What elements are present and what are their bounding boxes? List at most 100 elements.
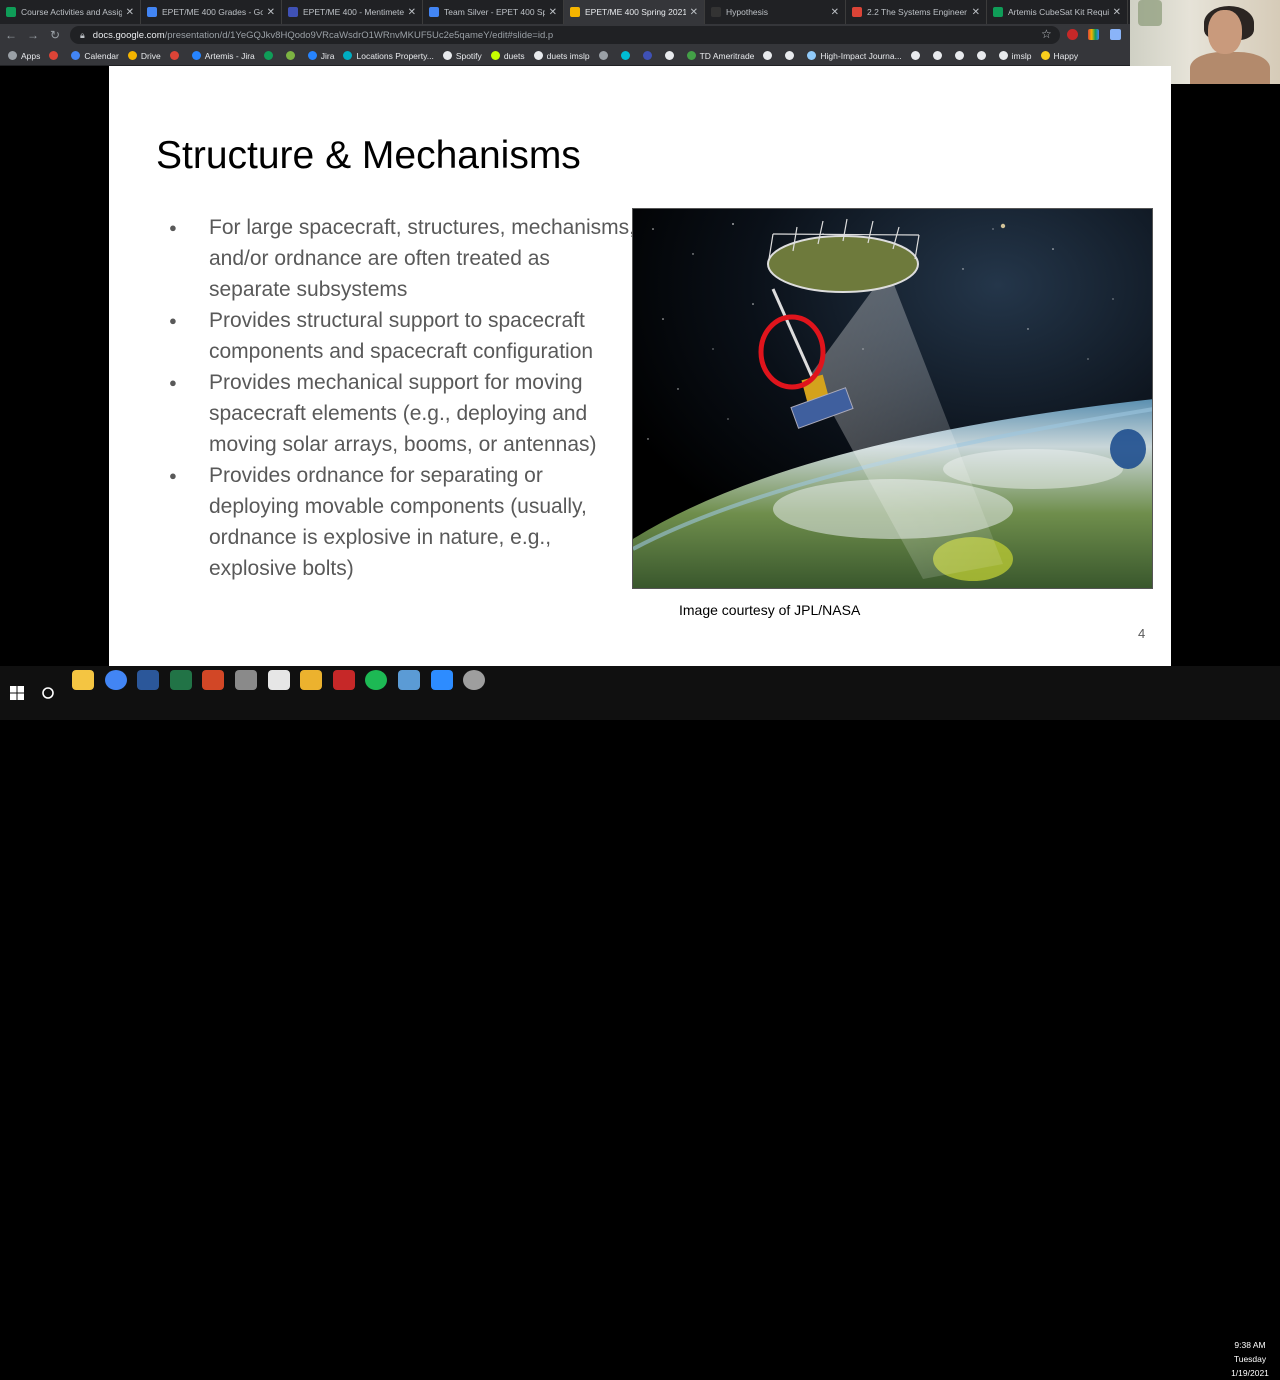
bookmark-icon bbox=[49, 51, 59, 60]
system-clock[interactable]: 9:38 AM Tuesday 1/19/2021 bbox=[1222, 1338, 1278, 1380]
bookmark-icon bbox=[343, 51, 353, 60]
extension-icon[interactable] bbox=[1110, 29, 1121, 40]
tab-close-icon[interactable]: ✕ bbox=[972, 7, 980, 18]
app-icon[interactable] bbox=[398, 670, 420, 690]
bookmark-icon bbox=[763, 51, 773, 60]
bookmark-item[interactable]: Apps bbox=[8, 51, 40, 61]
bookmark-icon bbox=[954, 51, 964, 60]
browser-tab[interactable]: Team Silver - EPET 400 Spr ✕ bbox=[423, 0, 564, 24]
bookmark-icon bbox=[998, 51, 1008, 60]
tab-title: EPET/ME 400 Grades - Goo bbox=[162, 7, 263, 17]
bookmark-item[interactable]: TD Ameritrade bbox=[686, 51, 754, 61]
tab-close-icon[interactable]: ✕ bbox=[1113, 7, 1121, 18]
bookmark-icon bbox=[807, 51, 817, 60]
tab-title: EPET/ME 400 Spring 2021 bbox=[585, 7, 686, 17]
tab-favicon-icon bbox=[993, 7, 1003, 17]
excel-icon[interactable] bbox=[169, 670, 192, 690]
bookmark-item[interactable]: duets bbox=[490, 51, 525, 61]
tab-close-icon[interactable]: ✕ bbox=[408, 7, 416, 18]
bookmark-icon bbox=[620, 51, 630, 60]
extension-icon[interactable] bbox=[1067, 29, 1078, 40]
extension-icon[interactable] bbox=[1088, 29, 1099, 40]
powerpoint-icon[interactable] bbox=[202, 670, 225, 690]
clock-day: Tuesday bbox=[1233, 1354, 1267, 1364]
bookmark-item[interactable] bbox=[664, 51, 678, 60]
bookmark-star-icon[interactable]: ☆ bbox=[1041, 27, 1052, 41]
bookmark-item[interactable] bbox=[598, 51, 612, 60]
browser-tab[interactable]: EPET/ME 400 Spring 2021 ✕ bbox=[564, 0, 705, 24]
bookmark-label: Locations Property... bbox=[356, 50, 434, 61]
bookmark-icon bbox=[490, 51, 500, 60]
address-bar[interactable]: 🔒︎ docs.google.com/presentation/d/1YeGQJ… bbox=[70, 26, 1060, 44]
bookmark-item[interactable] bbox=[169, 51, 183, 60]
tab-close-icon[interactable]: ✕ bbox=[690, 7, 698, 18]
tab-favicon-icon bbox=[147, 7, 157, 17]
chrome-icon[interactable] bbox=[463, 670, 486, 690]
tab-favicon-icon bbox=[711, 7, 721, 17]
bookmark-item[interactable]: Locations Property... bbox=[343, 50, 434, 61]
back-icon[interactable]: ← bbox=[0, 28, 22, 42]
reload-icon[interactable]: ↻ bbox=[44, 28, 66, 42]
bookmark-icon bbox=[285, 51, 295, 60]
forward-icon[interactable]: → bbox=[22, 28, 44, 42]
spotify-icon[interactable] bbox=[365, 670, 388, 690]
bookmark-item[interactable] bbox=[954, 51, 968, 60]
bookmark-item[interactable] bbox=[785, 51, 798, 60]
bullet-item: Provides mechanical support for moving s… bbox=[167, 367, 637, 460]
bookmark-icon bbox=[263, 51, 273, 60]
bookmark-item[interactable]: Calendar bbox=[71, 51, 119, 61]
bookmark-label: Jira bbox=[320, 50, 335, 61]
bookmark-label: duets imslp bbox=[546, 50, 590, 61]
slack-icon[interactable] bbox=[300, 670, 323, 690]
bookmark-item[interactable] bbox=[932, 51, 946, 60]
bookmark-item[interactable]: Artemis - Jira bbox=[191, 51, 255, 61]
bookmark-item[interactable] bbox=[263, 51, 277, 60]
windows-start-icon[interactable] bbox=[10, 686, 24, 700]
app-icon[interactable] bbox=[332, 670, 355, 690]
tab-close-icon[interactable]: ✕ bbox=[267, 7, 275, 18]
bookmark-item[interactable]: imslp bbox=[998, 50, 1032, 61]
browser-tab[interactable]: Hypothesis ✕ bbox=[705, 0, 846, 24]
browser-tab[interactable]: EPET/ME 400 - Mentimeter ✕ bbox=[282, 0, 423, 24]
zoom-icon[interactable] bbox=[430, 670, 453, 690]
tab-close-icon[interactable]: ✕ bbox=[549, 7, 557, 18]
bookmark-item[interactable] bbox=[285, 51, 299, 60]
bookmark-item[interactable] bbox=[49, 51, 62, 60]
bookmark-icon bbox=[71, 51, 81, 60]
clock-time: 9:38 AM bbox=[1234, 1340, 1266, 1350]
bookmark-item[interactable]: Spotify bbox=[442, 50, 482, 61]
bookmark-item[interactable] bbox=[620, 51, 634, 60]
bookmark-label: imslp bbox=[1011, 50, 1032, 61]
clock-date: 1/19/2021 bbox=[1231, 1368, 1269, 1378]
tab-strip: Course Activities and Assig ✕ EPET/ME 400 … bbox=[0, 0, 1130, 24]
address-host: docs.google.com bbox=[92, 29, 165, 41]
bookmark-item[interactable]: Drive bbox=[127, 51, 161, 61]
bookmark-label: Spotify bbox=[455, 50, 482, 61]
bookmark-item[interactable] bbox=[910, 51, 924, 60]
bookmark-item[interactable]: Happy bbox=[1040, 51, 1078, 61]
bookmark-item[interactable]: duets imslp bbox=[533, 50, 590, 61]
bookmark-icon bbox=[8, 51, 17, 60]
tab-close-icon[interactable]: ✕ bbox=[831, 7, 839, 18]
tab-close-icon[interactable]: ✕ bbox=[126, 7, 134, 18]
word-icon[interactable] bbox=[137, 670, 160, 690]
bookmark-item[interactable]: High-Impact Journa... bbox=[807, 51, 902, 61]
bookmark-item[interactable]: Jira bbox=[307, 50, 335, 61]
bookmark-item[interactable] bbox=[642, 51, 656, 60]
search-circle-icon[interactable] bbox=[41, 686, 55, 700]
bookmark-item[interactable] bbox=[976, 51, 990, 60]
bookmark-icon bbox=[598, 51, 608, 60]
bullet-item: Provides structural support to spacecraf… bbox=[167, 305, 637, 367]
browser-tab[interactable]: Course Activities and Assig ✕ bbox=[0, 0, 141, 24]
chrome-icon[interactable] bbox=[104, 670, 127, 690]
app-icon[interactable] bbox=[235, 670, 257, 690]
file-explorer-icon[interactable] bbox=[72, 670, 94, 690]
tab-favicon-icon bbox=[288, 7, 298, 17]
browser-tab[interactable]: EPET/ME 400 Grades - Goo ✕ bbox=[141, 0, 282, 24]
bookmark-item[interactable] bbox=[763, 51, 776, 60]
acrobat-icon[interactable] bbox=[267, 670, 290, 690]
browser-tab[interactable]: 2.2 The Systems Engineer - ✕ bbox=[846, 0, 987, 24]
spacecraft-image bbox=[632, 208, 1153, 589]
browser-tab[interactable]: Artemis CubeSat Kit Requir ✕ bbox=[987, 0, 1128, 24]
browser-toolbar: ← → ↻ 🔒︎ docs.google.com/presentation/d/… bbox=[0, 24, 1130, 46]
